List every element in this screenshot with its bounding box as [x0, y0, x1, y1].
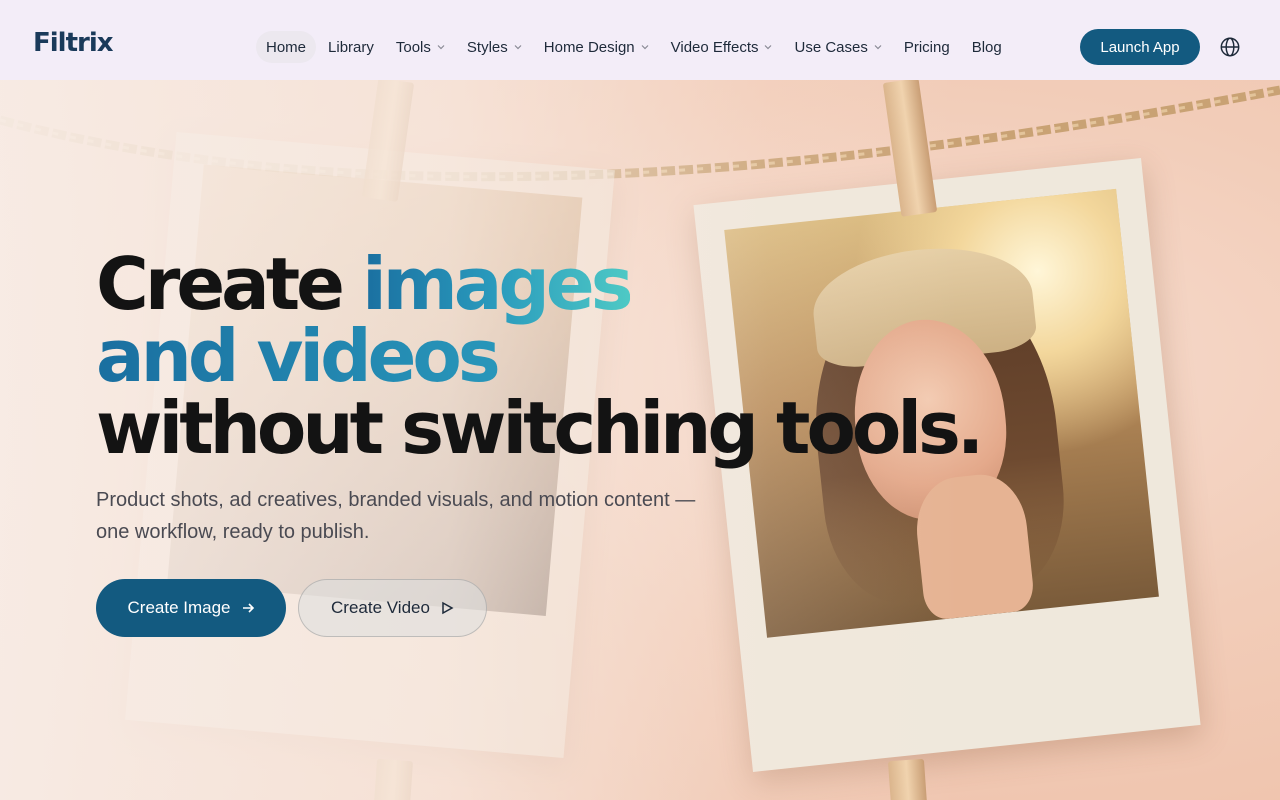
nav-item-home[interactable]: Home — [256, 31, 317, 63]
nav-item-tools[interactable]: Tools — [386, 31, 455, 63]
nav-item-label: Video Effects — [670, 38, 759, 56]
chevron-down-icon — [874, 45, 882, 50]
nav-item-label: Pricing — [903, 38, 950, 56]
nav-item-label: Blog — [971, 38, 1002, 56]
headline-and-videos: and videos — [96, 320, 996, 392]
arrow-right-icon — [242, 603, 254, 613]
create-video-button[interactable]: Create Video — [298, 579, 487, 637]
main-nav: Home Library Tools Styles Home Design Vi… — [256, 31, 1012, 63]
hero-subtext: Product shots, ad creatives, branded vis… — [96, 489, 696, 543]
launch-app-button[interactable]: Launch App — [1080, 29, 1200, 65]
headline-without-switching: without switching tools. — [96, 386, 984, 470]
nav-item-pricing[interactable]: Pricing — [894, 31, 960, 63]
nav-item-label: Home — [266, 38, 307, 56]
create-image-button[interactable]: Create Image — [96, 579, 286, 637]
chevron-down-icon — [641, 45, 649, 50]
nav-item-library[interactable]: Library — [318, 31, 384, 63]
nav-item-styles[interactable]: Styles — [457, 31, 532, 63]
hero-headline: Create images and videos without switchi… — [96, 248, 996, 464]
play-icon — [442, 601, 454, 615]
nav-item-label: Home Design — [543, 38, 635, 56]
chevron-down-icon — [514, 45, 522, 50]
chevron-down-icon — [437, 45, 445, 50]
nav-item-label: Styles — [466, 38, 508, 56]
nav-item-label: Tools — [395, 38, 431, 56]
nav-item-home-design[interactable]: Home Design — [534, 31, 659, 63]
globe-icon[interactable] — [1219, 36, 1241, 58]
nav-item-video-effects[interactable]: Video Effects — [661, 31, 783, 63]
chevron-down-icon — [765, 45, 772, 50]
create-image-label: Create Image — [127, 598, 231, 617]
nav-item-label: Use Cases — [794, 38, 868, 56]
top-navbar: Filtrix Home Library Tools Styles Home D… — [0, 0, 1280, 80]
brand-logo[interactable]: Filtrix — [33, 28, 114, 58]
nav-item-use-cases[interactable]: Use Cases — [784, 31, 891, 63]
create-video-label: Create Video — [331, 598, 430, 617]
nav-item-blog[interactable]: Blog — [962, 31, 1012, 63]
nav-item-label: Library — [328, 38, 374, 56]
